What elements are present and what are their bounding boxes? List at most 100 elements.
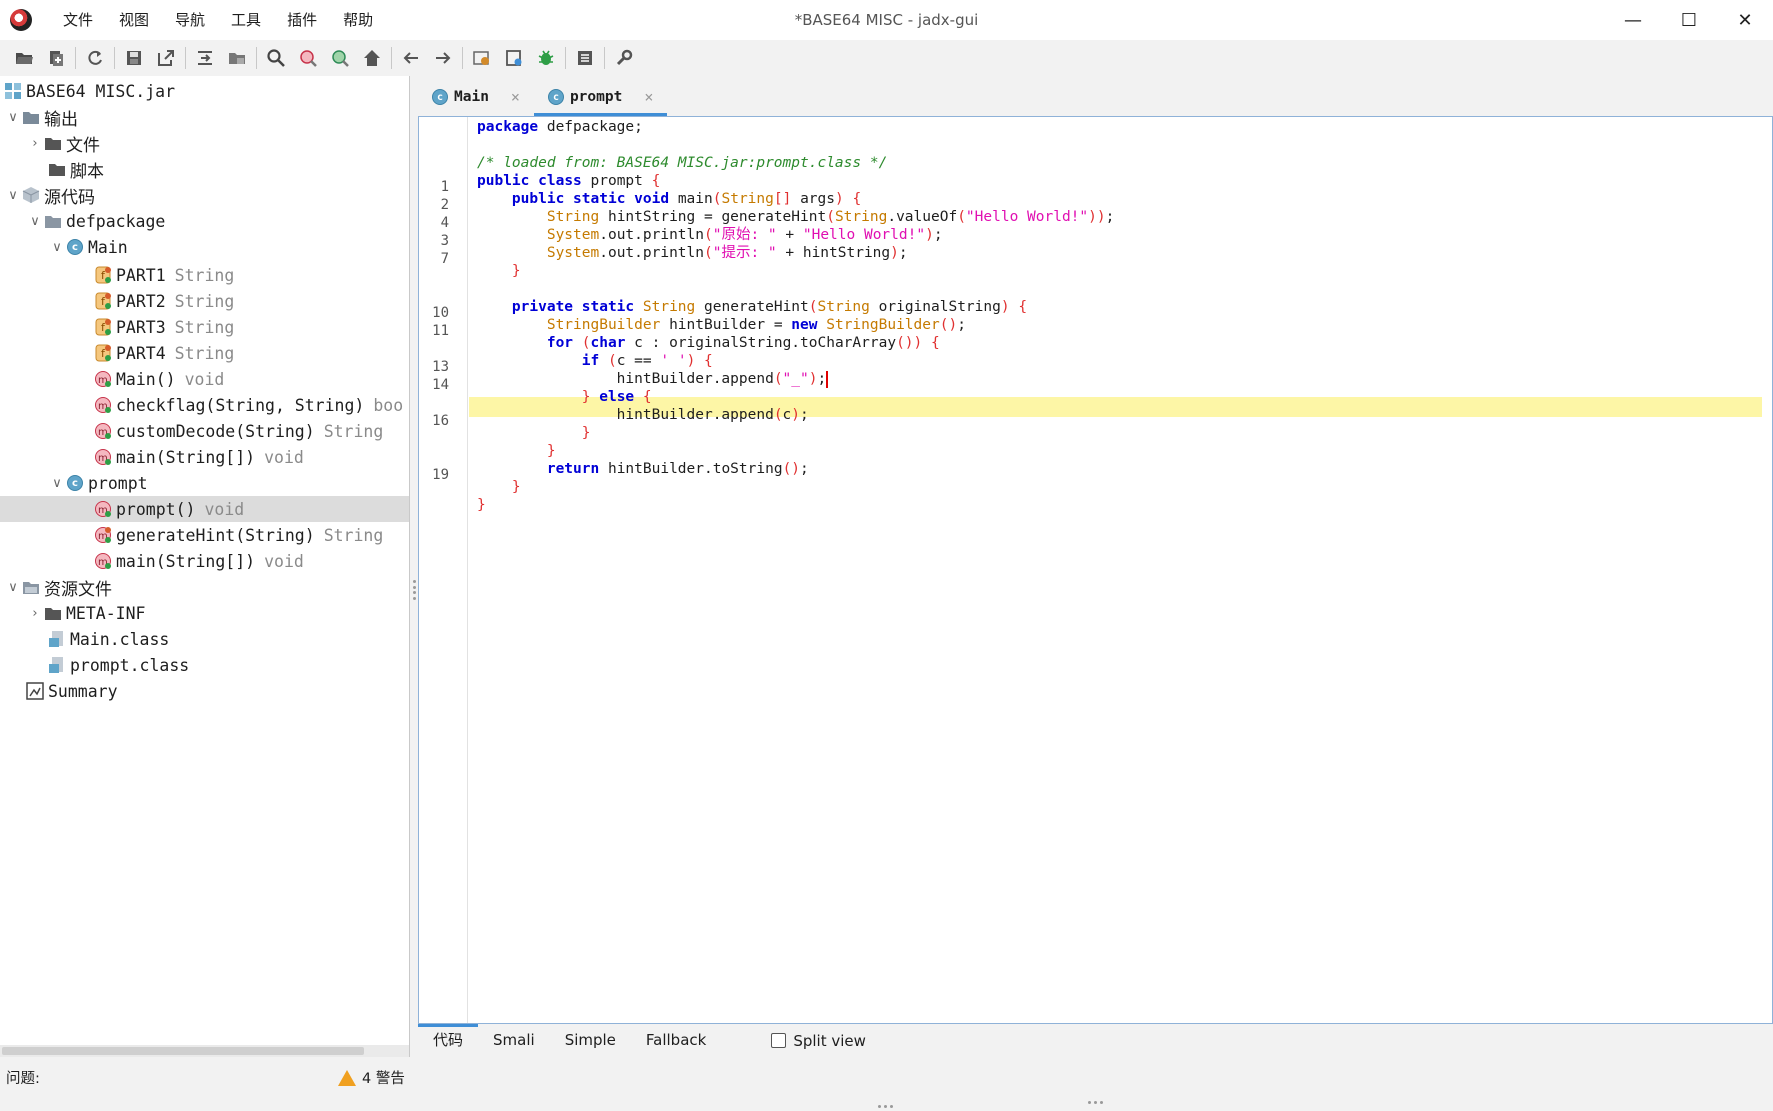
tab-prompt[interactable]: c prompt × bbox=[533, 78, 668, 116]
chevron-right-icon[interactable]: › bbox=[26, 134, 44, 152]
open-file-icon[interactable] bbox=[8, 43, 40, 73]
line-number: 14 bbox=[432, 377, 449, 393]
tree-node-class-prompt[interactable]: ∨ c prompt bbox=[0, 470, 409, 496]
tree-node-member[interactable]: m checkflag(String, String) boo bbox=[0, 392, 409, 418]
tree-node-member[interactable]: f PART3 String bbox=[0, 314, 409, 340]
warnings-indicator[interactable]: 4 警告 bbox=[338, 1067, 405, 1088]
tree-label: Main.class bbox=[70, 629, 170, 649]
menu-bar: 文件 视图 导航 工具 插件 帮助 bbox=[50, 0, 386, 40]
tree-node-member[interactable]: m main(String[]) void bbox=[0, 444, 409, 470]
line-number: 19 bbox=[432, 467, 449, 483]
chevron-down-icon[interactable]: ∨ bbox=[48, 238, 66, 256]
tree-node-summary[interactable]: Summary bbox=[0, 678, 409, 704]
split-view-toggle[interactable]: Split view bbox=[771, 1032, 866, 1050]
add-files-icon[interactable] bbox=[40, 43, 72, 73]
field-icon: f bbox=[94, 344, 112, 362]
minimize-button[interactable]: — bbox=[1605, 0, 1661, 40]
tree-node-package[interactable]: ∨ defpackage bbox=[0, 208, 409, 234]
tree-node-member-selected[interactable]: m prompt() void bbox=[0, 496, 409, 522]
menu-plugins[interactable]: 插件 bbox=[274, 0, 330, 40]
tree-horizontal-scrollbar[interactable] bbox=[0, 1045, 409, 1057]
debug-icon[interactable] bbox=[530, 43, 562, 73]
tree-node-main-class-file[interactable]: Main.class bbox=[0, 626, 409, 652]
toolbar-separator bbox=[75, 47, 76, 69]
find-usage-icon[interactable] bbox=[324, 43, 356, 73]
tree-node-member[interactable]: m customDecode(String) String bbox=[0, 418, 409, 444]
code-line: String hintString = generateHint(String.… bbox=[546, 209, 1115, 225]
tab-simple[interactable]: Simple bbox=[550, 1024, 631, 1057]
search-icon[interactable] bbox=[260, 43, 292, 73]
tree-label: Main bbox=[88, 237, 128, 257]
tree-label: 文件 bbox=[66, 135, 100, 156]
chevron-down-icon[interactable]: ∨ bbox=[4, 578, 22, 596]
member-type: void bbox=[264, 447, 304, 467]
tree-node-member[interactable]: m generateHint(String) String bbox=[0, 522, 409, 548]
tree-node-class-main[interactable]: ∨ c Main bbox=[0, 234, 409, 260]
tab-smali[interactable]: Smali bbox=[478, 1024, 550, 1057]
chevron-down-icon[interactable]: ∨ bbox=[26, 212, 44, 230]
reload-icon[interactable] bbox=[79, 43, 111, 73]
split-view-label: Split view bbox=[793, 1031, 866, 1050]
toolbar-separator bbox=[565, 47, 566, 69]
tree-label: META-INF bbox=[66, 603, 146, 623]
resize-handle[interactable] bbox=[878, 1105, 893, 1108]
tree-node-member[interactable]: m main(String[]) void bbox=[0, 548, 409, 574]
save-icon[interactable] bbox=[118, 43, 150, 73]
log-icon[interactable] bbox=[569, 43, 601, 73]
class-file-icon bbox=[48, 630, 66, 648]
tree-node-files[interactable]: › 文件 bbox=[0, 130, 409, 156]
chevron-down-icon[interactable]: ∨ bbox=[4, 108, 22, 126]
maximize-button[interactable]: ☐ bbox=[1661, 0, 1717, 40]
member-type: void bbox=[184, 369, 225, 389]
home-icon[interactable] bbox=[356, 43, 388, 73]
menu-view[interactable]: 视图 bbox=[106, 0, 162, 40]
menu-tools[interactable]: 工具 bbox=[218, 0, 274, 40]
tab-main[interactable]: c Main × bbox=[418, 78, 534, 116]
member-name: prompt() bbox=[116, 499, 196, 519]
close-tab-icon[interactable]: × bbox=[644, 88, 653, 106]
tree-node-prompt-class-file[interactable]: prompt.class bbox=[0, 652, 409, 678]
close-window-button[interactable]: ✕ bbox=[1717, 0, 1773, 40]
code-editor[interactable]: 1 2 4 3 7 10 11 13 14 16 19 package defp… bbox=[418, 116, 1773, 1024]
code-line: } bbox=[511, 479, 521, 495]
tree-node-member[interactable]: m Main() void bbox=[0, 366, 409, 392]
member-type: String bbox=[323, 421, 384, 441]
tree-node-source-code[interactable]: ∨ 源代码 bbox=[0, 182, 409, 208]
menu-navigation[interactable]: 导航 bbox=[162, 0, 218, 40]
scrollbar-thumb[interactable] bbox=[2, 1047, 364, 1055]
tab-code[interactable]: 代码 bbox=[418, 1024, 479, 1057]
chevron-down-icon[interactable]: ∨ bbox=[4, 186, 22, 204]
find-class-icon[interactable] bbox=[292, 43, 324, 73]
close-tab-icon[interactable]: × bbox=[511, 88, 520, 106]
tree-node-scripts[interactable]: 脚本 bbox=[0, 156, 409, 182]
package-folder-icon bbox=[44, 212, 62, 230]
deobfuscation-icon[interactable] bbox=[466, 43, 498, 73]
toolbar-separator bbox=[391, 47, 392, 69]
split-view-checkbox[interactable] bbox=[771, 1033, 787, 1048]
back-arrow-icon[interactable] bbox=[395, 43, 427, 73]
tree-node-resources[interactable]: ∨ 资源文件 bbox=[0, 574, 409, 600]
panel-splitter[interactable] bbox=[411, 580, 417, 600]
quark-icon[interactable] bbox=[498, 43, 530, 73]
tree-node-member[interactable]: f PART4 String bbox=[0, 340, 409, 366]
sync-tree-icon[interactable] bbox=[189, 43, 221, 73]
chevron-down-icon[interactable]: ∨ bbox=[48, 474, 66, 492]
chevron-right-icon[interactable]: › bbox=[26, 604, 44, 622]
resize-handle[interactable] bbox=[1088, 1101, 1103, 1104]
flatten-packages-icon[interactable] bbox=[221, 43, 253, 73]
menu-file[interactable]: 文件 bbox=[50, 0, 106, 40]
method-icon: m bbox=[94, 552, 112, 570]
tree-node-member[interactable]: f PART2 String bbox=[0, 288, 409, 314]
tree-node-output[interactable]: ∨ 输出 bbox=[0, 104, 409, 130]
tree-node-meta-inf[interactable]: › META-INF bbox=[0, 600, 409, 626]
code-line: } bbox=[546, 443, 556, 459]
export-icon[interactable] bbox=[150, 43, 182, 73]
code-line: return hintBuilder.toString(); bbox=[546, 461, 809, 477]
menu-help[interactable]: 帮助 bbox=[330, 0, 386, 40]
tree-node-jar[interactable]: BASE64 MISC.jar bbox=[0, 78, 409, 104]
forward-arrow-icon[interactable] bbox=[427, 43, 459, 73]
tree-node-member[interactable]: f PART1 String bbox=[0, 262, 409, 288]
member-name: PART2 bbox=[116, 291, 166, 311]
preferences-icon[interactable] bbox=[608, 43, 640, 73]
tab-fallback[interactable]: Fallback bbox=[631, 1024, 721, 1057]
